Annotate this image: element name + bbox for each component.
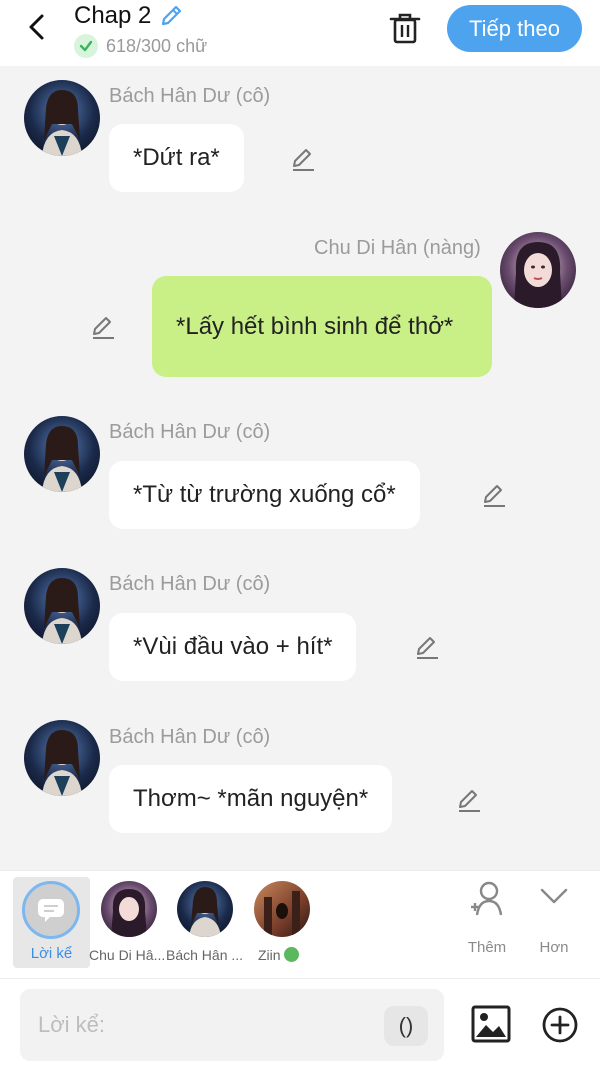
speaker-name: Bách Hân Dư (cô) [109, 421, 271, 443]
message-bubble[interactable]: *Từ từ trường xuống cổ* [109, 461, 420, 529]
avatar[interactable] [24, 568, 100, 644]
character-label: Bách Hân ... [166, 947, 244, 963]
edit-title-icon[interactable] [157, 2, 185, 30]
narrator-label: Lời kể [30, 945, 73, 962]
avatar[interactable] [24, 80, 100, 156]
add-character-label: Thêm [467, 939, 507, 956]
message-bubble[interactable]: *Lấy hết bình sinh để thở* [152, 276, 492, 377]
trash-icon[interactable] [388, 10, 422, 46]
verified-badge-icon [283, 947, 299, 962]
character-name: Ziin [258, 947, 281, 963]
character-avatar[interactable] [177, 881, 233, 937]
edit-message-icon[interactable] [89, 313, 117, 341]
avatar[interactable] [500, 232, 576, 308]
word-count: 618/300 chữ [106, 35, 208, 56]
narrator-icon[interactable] [22, 881, 80, 939]
message-bubble[interactable]: *Vùi đầu vào + hít* [109, 613, 357, 681]
speaker-name: Bách Hân Dư (cô) [109, 573, 271, 595]
check-icon [74, 34, 98, 58]
speaker-name: Bách Hân Dư (cô) [109, 85, 271, 107]
add-circle-icon[interactable] [541, 1006, 579, 1044]
action-paren-button[interactable]: () [384, 1006, 428, 1046]
chapter-title: Chap 2 [74, 2, 152, 29]
edit-message-icon[interactable] [455, 786, 483, 814]
add-character-button[interactable] [457, 879, 517, 924]
chevron-down-icon [540, 888, 568, 904]
chapter-title-row: Chap 2 [74, 2, 185, 30]
message-input[interactable] [20, 989, 444, 1061]
message-bubble[interactable]: *Dứt ra* [109, 124, 244, 192]
more-label: Hơn [539, 939, 569, 956]
back-arrow-icon[interactable] [22, 10, 54, 44]
next-button[interactable]: Tiếp theo [447, 5, 582, 52]
message-bubble[interactable]: Thơm~ *mãn nguyện* [109, 765, 393, 833]
composer: () [0, 978, 600, 1069]
character-avatar[interactable] [101, 881, 157, 937]
speaker-name: Chu Di Hân (nàng) [314, 237, 481, 259]
more-button[interactable] [524, 879, 584, 918]
avatar[interactable] [24, 416, 100, 492]
word-count-row: 618/300 chữ [74, 34, 207, 58]
character-avatar[interactable] [254, 881, 310, 937]
character-label: Chu Di Hâ... [89, 947, 166, 963]
avatar[interactable] [24, 720, 100, 796]
edit-message-icon[interactable] [289, 145, 317, 173]
image-icon[interactable] [470, 1004, 512, 1044]
edit-message-icon[interactable] [413, 633, 441, 661]
top-bar: Chap 2 618/300 chữ Tiếp theo [0, 0, 600, 66]
speaker-name: Bách Hân Dư (cô) [109, 726, 271, 748]
character-label: Ziin [258, 947, 299, 963]
add-person-icon [471, 881, 503, 916]
character-selector: Lời kể Chu Di Hâ... Bách Hân ... Ziin Th… [0, 870, 600, 978]
edit-message-icon[interactable] [480, 481, 508, 509]
